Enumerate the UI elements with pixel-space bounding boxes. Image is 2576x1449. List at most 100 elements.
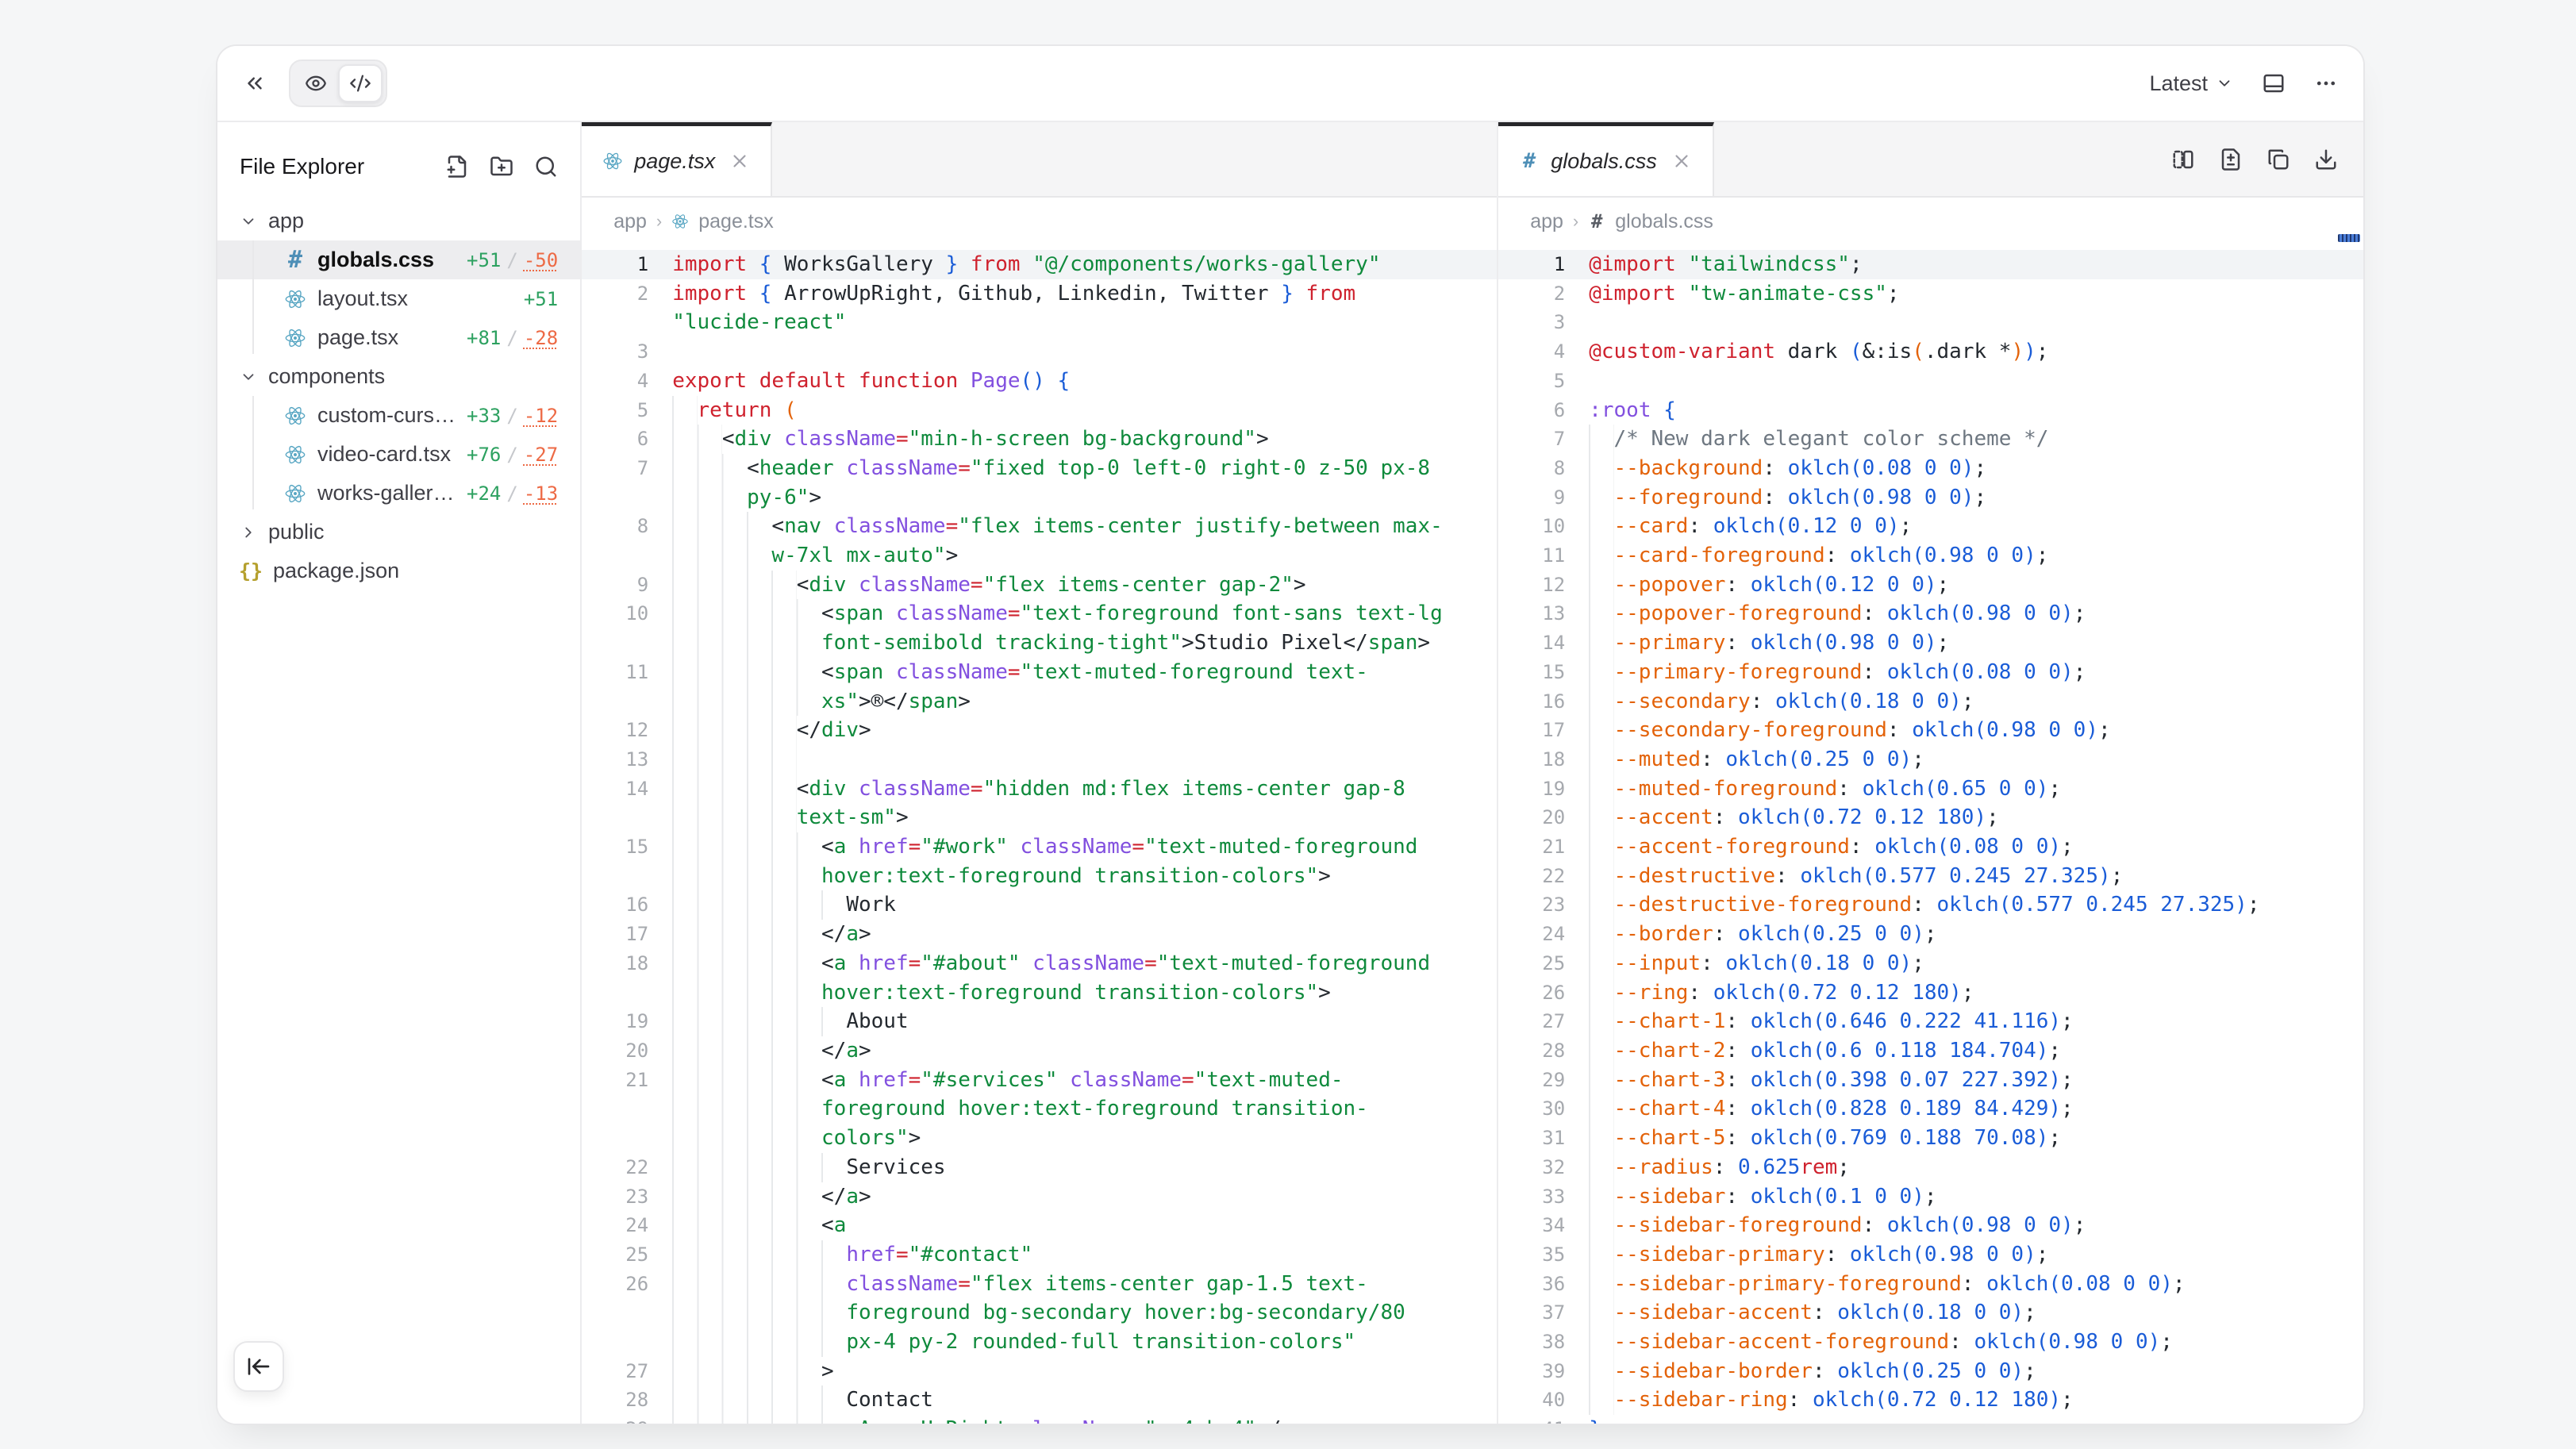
code-line-2[interactable]: 2@import "tw-animate-css"; [1498,279,2363,309]
tree-item-globals-css[interactable]: #globals.css+51/-50 [217,240,580,279]
code-line-26[interactable]: 26--ring: oklch(0.72 0.12 180); [1498,978,2363,1008]
code-line-33[interactable]: 33--sidebar: oklch(0.1 0 0); [1498,1182,2363,1212]
code-line-8[interactable]: 8<nav className="flex items-center justi… [582,512,1497,570]
code-line-22[interactable]: 22Services [582,1153,1497,1182]
code-line-38[interactable]: 38--sidebar-accent-foreground: oklch(0.9… [1498,1328,2363,1357]
code-line-23[interactable]: 23--destructive-foreground: oklch(0.577 … [1498,890,2363,920]
panel-layout-button[interactable] [2262,71,2286,95]
tab-page-tsx[interactable]: page.tsx [582,122,772,196]
code-line-4[interactable]: 4export default function Page() { [582,367,1497,396]
code-editor-globals-css[interactable]: 1@import "tailwindcss";2@import "tw-anim… [1498,245,2363,1424]
code-line-37[interactable]: 37--sidebar-accent: oklch(0.18 0 0); [1498,1298,2363,1328]
code-line-20[interactable]: 20--accent: oklch(0.72 0.12 180); [1498,803,2363,832]
code-line-28[interactable]: 28Contact [582,1386,1497,1415]
version-dropdown[interactable]: Latest [2149,71,2233,96]
code-line-32[interactable]: 32--radius: 0.625rem; [1498,1153,2363,1182]
code-line-20[interactable]: 20</a> [582,1036,1497,1066]
code-line-10[interactable]: 10--card: oklch(0.12 0 0); [1498,512,2363,541]
code-line-14[interactable]: 14<div className="hidden md:flex items-c… [582,774,1497,832]
preview-toggle-button[interactable] [294,64,338,102]
code-line-9[interactable]: 9<div className="flex items-center gap-2… [582,571,1497,600]
code-line-28[interactable]: 28--chart-2: oklch(0.6 0.118 184.704); [1498,1036,2363,1066]
code-line-30[interactable]: 30--chart-4: oklch(0.828 0.189 84.429); [1498,1094,2363,1124]
tree-item-page-tsx[interactable]: page.tsx+81/-28 [217,318,580,357]
code-line-34[interactable]: 34--sidebar-foreground: oklch(0.98 0 0); [1498,1211,2363,1240]
copy-button[interactable] [2266,148,2290,171]
code-line-13[interactable]: 13--popover-foreground: oklch(0.98 0 0); [1498,599,2363,628]
tree-item-package-json[interactable]: {}package.json [217,552,580,590]
code-line-24[interactable]: 24<a [582,1211,1497,1240]
code-line-19[interactable]: 19--muted-foreground: oklch(0.65 0 0); [1498,774,2363,804]
code-line-9[interactable]: 9--foreground: oklch(0.98 0 0); [1498,483,2363,513]
code-line-17[interactable]: 17--secondary-foreground: oklch(0.98 0 0… [1498,716,2363,745]
tree-folder-app[interactable]: app [217,202,580,240]
code-line-5[interactable]: 5return ( [582,396,1497,425]
tree-item-works-galler[interactable]: works-galler…+24/-13 [217,474,580,513]
code-editor-page-tsx[interactable]: 1import { WorksGallery } from "@/compone… [582,245,1497,1424]
code-line-17[interactable]: 17</a> [582,920,1497,949]
search-files-button[interactable] [534,155,558,179]
file-diff-button[interactable] [2219,148,2243,171]
code-line-8[interactable]: 8--background: oklch(0.08 0 0); [1498,454,2363,483]
code-line-16[interactable]: 16--secondary: oklch(0.18 0 0); [1498,687,2363,717]
code-line-19[interactable]: 19About [582,1007,1497,1036]
code-line-24[interactable]: 24--border: oklch(0.25 0 0); [1498,920,2363,949]
more-options-button[interactable] [2314,71,2338,95]
code-line-41[interactable]: 41} [1498,1415,2363,1424]
download-button[interactable] [2314,148,2338,171]
code-line-5[interactable]: 5 [1498,367,2363,396]
code-line-1[interactable]: 1@import "tailwindcss"; [1498,250,2363,279]
tree-item-layout-tsx[interactable]: layout.tsx+51 [217,279,580,318]
code-line-4[interactable]: 4@custom-variant dark (&:is(.dark *)); [1498,337,2363,367]
collapse-sidebar-button[interactable] [233,1341,284,1392]
code-line-27[interactable]: 27--chart-1: oklch(0.646 0.222 41.116); [1498,1007,2363,1036]
collapse-panel-button[interactable] [243,71,267,95]
code-line-15[interactable]: 15<a href="#work" className="text-muted-… [582,832,1497,890]
code-line-14[interactable]: 14--primary: oklch(0.98 0 0); [1498,628,2363,658]
code-line-12[interactable]: 12--popover: oklch(0.12 0 0); [1498,571,2363,600]
tree-folder-components[interactable]: components [217,357,580,396]
code-line-31[interactable]: 31--chart-5: oklch(0.769 0.188 70.08); [1498,1124,2363,1153]
code-line-39[interactable]: 39--sidebar-border: oklch(0.25 0 0); [1498,1357,2363,1386]
code-line-16[interactable]: 16Work [582,890,1497,920]
code-line-25[interactable]: 25href="#contact" [582,1240,1497,1270]
tree-folder-public[interactable]: public [217,513,580,552]
code-line-23[interactable]: 23</a> [582,1182,1497,1212]
new-folder-button[interactable] [490,155,513,179]
code-line-11[interactable]: 11<span className="text-muted-foreground… [582,658,1497,716]
code-line-36[interactable]: 36--sidebar-primary-foreground: oklch(0.… [1498,1270,2363,1299]
tree-item-custom-curs[interactable]: custom-curs…+33/-12 [217,396,580,435]
code-line-10[interactable]: 10<span className="text-foreground font-… [582,599,1497,657]
split-view-button[interactable] [2171,148,2195,171]
new-file-button[interactable] [445,155,469,179]
code-line-12[interactable]: 12</div> [582,716,1497,745]
code-line-6[interactable]: 6:root { [1498,396,2363,425]
code-line-15[interactable]: 15--primary-foreground: oklch(0.08 0 0); [1498,658,2363,687]
close-tab-icon[interactable] [1671,151,1692,171]
code-toggle-button[interactable] [338,64,383,102]
code-line-11[interactable]: 11--card-foreground: oklch(0.98 0 0); [1498,541,2363,571]
code-line-29[interactable]: 29--chart-3: oklch(0.398 0.07 227.392); [1498,1066,2363,1095]
code-line-35[interactable]: 35--sidebar-primary: oklch(0.98 0 0); [1498,1240,2363,1270]
code-line-7[interactable]: 7<header className="fixed top-0 left-0 r… [582,454,1497,512]
code-line-6[interactable]: 6<div className="min-h-screen bg-backgro… [582,425,1497,454]
code-line-2[interactable]: 2import { ArrowUpRight, Github, Linkedin… [582,279,1497,337]
tab-globals-css[interactable]: # globals.css [1498,122,1714,196]
tree-item-video-card-tsx[interactable]: video-card.tsx+76/-27 [217,435,580,474]
code-line-21[interactable]: 21--accent-foreground: oklch(0.08 0 0); [1498,832,2363,862]
code-line-18[interactable]: 18<a href="#about" className="text-muted… [582,949,1497,1007]
code-line-7[interactable]: 7/* New dark elegant color scheme */ [1498,425,2363,454]
code-line-3[interactable]: 3 [1498,308,2363,337]
code-line-27[interactable]: 27> [582,1357,1497,1386]
code-line-13[interactable]: 13 [582,745,1497,774]
code-line-21[interactable]: 21<a href="#services" className="text-mu… [582,1066,1497,1153]
code-line-3[interactable]: 3 [582,337,1497,367]
code-line-26[interactable]: 26className="flex items-center gap-1.5 t… [582,1270,1497,1357]
code-line-18[interactable]: 18--muted: oklch(0.25 0 0); [1498,745,2363,774]
code-line-1[interactable]: 1import { WorksGallery } from "@/compone… [582,250,1497,279]
code-line-22[interactable]: 22--destructive: oklch(0.577 0.245 27.32… [1498,862,2363,891]
scrollbar-marker[interactable] [2338,234,2360,242]
code-line-29[interactable]: 29<ArrowUpRight className="w-4 h-4" /> [582,1415,1497,1424]
close-tab-icon[interactable] [729,151,750,171]
code-line-25[interactable]: 25--input: oklch(0.18 0 0); [1498,949,2363,978]
